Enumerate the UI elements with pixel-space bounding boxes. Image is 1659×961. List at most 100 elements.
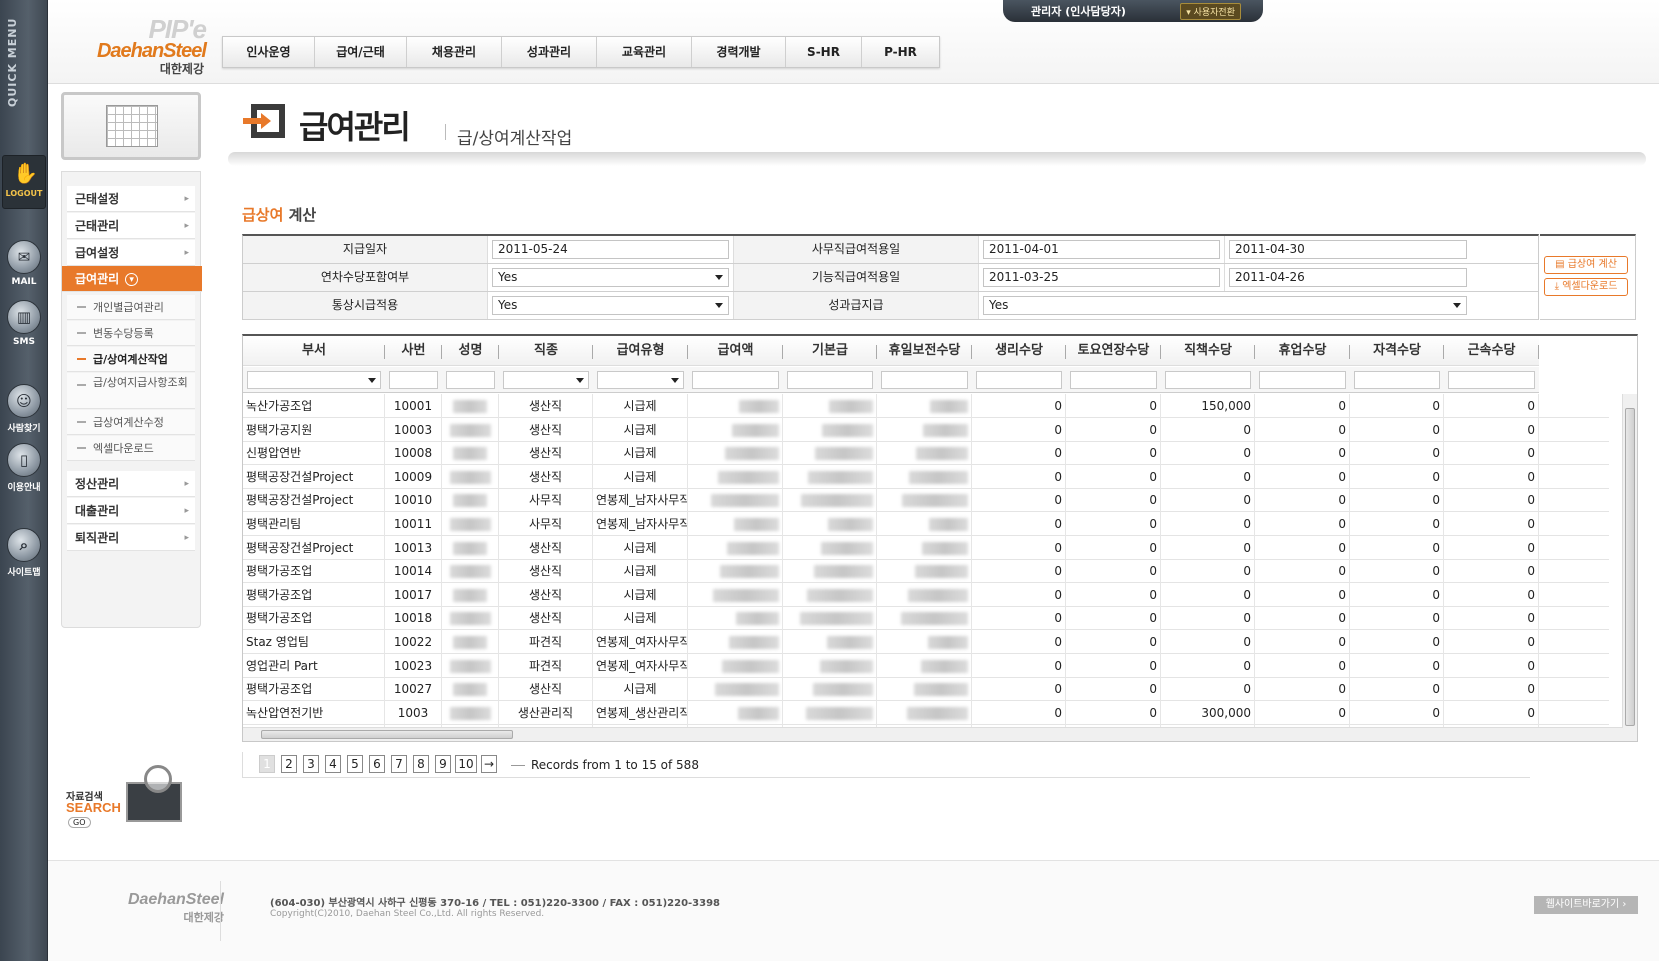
table-row[interactable]: 평택공장건설Project 10009 생산직 시급제 0 0 0 0 0 0	[243, 464, 1609, 489]
office-to-field[interactable]: 2011-04-30	[1229, 240, 1467, 259]
tech-to-field[interactable]: 2011-04-26	[1229, 268, 1467, 287]
table-row[interactable]: 평택가공조업 10027 생산직 시급제 0 0 0 0 0 0	[243, 677, 1609, 702]
scroll-thumb[interactable]	[261, 730, 513, 739]
nav-tab-shr[interactable]: S-HR	[786, 37, 862, 67]
submenu-payment-inquiry[interactable]: 급/상여지급사항조회	[67, 373, 195, 409]
page-button[interactable]: 1	[259, 755, 275, 773]
submenu-variable-allowance[interactable]: 변동수당등록	[67, 321, 195, 346]
page-button[interactable]: 7	[391, 755, 407, 773]
column-header[interactable]: 성명	[442, 336, 499, 366]
column-header[interactable]: 기본급	[783, 336, 877, 366]
nav-tab-career[interactable]: 경력개발	[692, 37, 786, 67]
column-header[interactable]: 자격수당	[1350, 336, 1444, 366]
excel-download-button[interactable]: ⤓ 엑셀다운로드	[1544, 278, 1628, 296]
nav-tab-phr[interactable]: P-HR	[862, 37, 939, 67]
scroll-thumb[interactable]	[1625, 408, 1635, 726]
column-header[interactable]: 직종	[499, 336, 593, 366]
table-row[interactable]: 평택가공조업 10018 생산직 시급제 0 0 0 0 0 0	[243, 606, 1609, 631]
switch-user-button[interactable]: ▾ 사용자전환	[1180, 3, 1241, 20]
website-link-button[interactable]: 웹사이트바로가기 ›	[1534, 896, 1638, 914]
tech-from-field[interactable]: 2011-03-25	[983, 268, 1220, 287]
table-row[interactable]: 평택가공조업 10014 생산직 시급제 0 0 0 0 0 0	[243, 559, 1609, 584]
sidebar-item-loan[interactable]: 대출관리 ▸	[67, 498, 195, 524]
table-row[interactable]: 평택가공조업 10017 생산직 시급제 0 0 0 0 0 0	[243, 582, 1609, 607]
column-header[interactable]: 급여유형	[593, 336, 688, 366]
sidebar-item-retirement[interactable]: 퇴직관리 ▸	[67, 525, 195, 551]
submenu-payroll-calc[interactable]: 급/상여계산작업	[67, 347, 195, 372]
calendar-widget[interactable]	[61, 92, 201, 160]
table-row[interactable]: 평택공장건설Project 10013 생산직 시급제 0 0 0 0 0 0	[243, 535, 1609, 560]
page-button[interactable]: 4	[325, 755, 341, 773]
page-button[interactable]: 9	[435, 755, 451, 773]
office-from-field[interactable]: 2011-04-01	[983, 240, 1220, 259]
page-button[interactable]: 6	[369, 755, 385, 773]
logout-button[interactable]: ✋ LOGOUT	[2, 155, 46, 209]
table-row[interactable]: 녹산압연전기반 1003 생산관리직 연봉제_생산관리직 0 0 300,000 0 0 0	[243, 700, 1609, 725]
page-button[interactable]: 3	[303, 755, 319, 773]
filter-select[interactable]	[247, 371, 381, 389]
filter-select[interactable]	[597, 371, 684, 389]
ordinary-wage-select[interactable]: Yes	[492, 296, 729, 315]
sidebar-item-attendance[interactable]: 근태관리 ▸	[67, 213, 195, 239]
column-header[interactable]: 부서	[243, 336, 385, 366]
filter-input[interactable]	[1259, 371, 1346, 389]
table-row[interactable]: 평택공장건설Project 10010 사무직 연봉제_남자사무직 0 0 0 0 0 0	[243, 488, 1609, 513]
table-row[interactable]: 신평압연반 10008 생산직 시급제 0 0 0 0 0 0	[243, 441, 1609, 466]
calc-payroll-button[interactable]: ▤ 급상여 계산	[1544, 256, 1628, 274]
filter-input[interactable]	[692, 371, 779, 389]
page-button[interactable]: 5	[347, 755, 363, 773]
data-search-widget[interactable]: 자료검색 SEARCH GO	[62, 760, 202, 830]
column-header[interactable]: 사번	[385, 336, 442, 366]
annual-leave-select[interactable]: Yes	[492, 268, 729, 287]
filter-input[interactable]	[446, 371, 495, 389]
filter-input[interactable]	[976, 371, 1062, 389]
table-row[interactable]: 평택관리팀 10011 사무직 연봉제_남자사무직 0 0 0 0 0 0	[243, 512, 1609, 536]
horizontal-scrollbar[interactable]	[243, 727, 1623, 741]
table-row[interactable]: 평택가공지원 10003 생산직 시급제 0 0 0 0 0 0	[243, 417, 1609, 442]
table-row[interactable]: 녹산가공조업 10001 생산직 시급제 0 0 150,000 0 0 0	[243, 394, 1609, 418]
table-row[interactable]: 영업관리 Part 10023 파견직 연봉제_여자사무직 0 0 0 0 0 0	[243, 653, 1609, 678]
nav-tab-payroll[interactable]: 급여/근태	[315, 37, 407, 67]
sidebar-item-attendance-settings[interactable]: 근태설정 ▸	[67, 186, 195, 212]
logo[interactable]: PIP'e DaehanSteel 대한제강	[76, 10, 207, 76]
filter-input[interactable]	[1354, 371, 1440, 389]
submenu-excel-download[interactable]: 엑셀다운로드	[67, 436, 195, 461]
filter-input[interactable]	[1165, 371, 1251, 389]
page-button[interactable]: 10	[455, 755, 477, 773]
quick-sms[interactable]: ▥ SMS	[2, 300, 46, 347]
submenu-individual-payroll[interactable]: 개인별급여관리	[67, 295, 195, 320]
column-header[interactable]: 휴업수당	[1255, 336, 1350, 366]
page-button[interactable]: 2	[281, 755, 297, 773]
submenu-calc-edit[interactable]: 급상여계산수정	[67, 410, 195, 435]
page-button[interactable]: 8	[413, 755, 429, 773]
quick-guide[interactable]: ▯ 이용안내	[2, 443, 46, 493]
quick-people[interactable]: ☺ 사람찾기	[2, 384, 46, 434]
nav-tab-recruit[interactable]: 채용관리	[407, 37, 502, 67]
filter-input[interactable]	[881, 371, 968, 389]
nav-tab-hr-ops[interactable]: 인사운영	[223, 37, 315, 67]
quick-mail[interactable]: ✉ MAIL	[2, 240, 46, 287]
performance-select[interactable]: Yes	[983, 296, 1467, 315]
sidebar-item-settlement[interactable]: 정산관리 ▸	[67, 471, 195, 497]
filter-input[interactable]	[389, 371, 438, 389]
column-header[interactable]: 직책수당	[1161, 336, 1255, 366]
filter-input[interactable]	[787, 371, 873, 389]
nav-tab-performance[interactable]: 성과관리	[502, 37, 597, 67]
quick-sitemap[interactable]: ⌕ 사이트맵	[2, 528, 46, 578]
vertical-scrollbar[interactable]	[1622, 394, 1637, 741]
filter-input[interactable]	[1070, 371, 1157, 389]
next-page-button[interactable]: →	[481, 755, 497, 773]
column-header[interactable]: 토요연장수당	[1066, 336, 1161, 366]
nav-tab-education[interactable]: 교육관리	[597, 37, 692, 67]
column-header[interactable]: 급여액	[688, 336, 783, 366]
column-header[interactable]: 휴일보전수당	[877, 336, 972, 366]
sidebar-item-payroll[interactable]: 급여관리 ▾	[62, 266, 202, 292]
column-header[interactable]: 근속수당	[1444, 336, 1539, 366]
table-row[interactable]: Staz 영업팀 10022 파견직 연봉제_여자사무직 0 0 0 0 0 0	[243, 630, 1609, 654]
pay-date-field[interactable]: 2011-05-24	[492, 240, 729, 259]
search-go-button[interactable]: GO	[68, 817, 91, 828]
filter-input[interactable]	[1448, 371, 1535, 389]
column-header[interactable]: 생리수당	[972, 336, 1066, 366]
sidebar-item-payroll-settings[interactable]: 급여설정 ▸	[67, 240, 195, 266]
filter-select[interactable]	[503, 371, 589, 389]
